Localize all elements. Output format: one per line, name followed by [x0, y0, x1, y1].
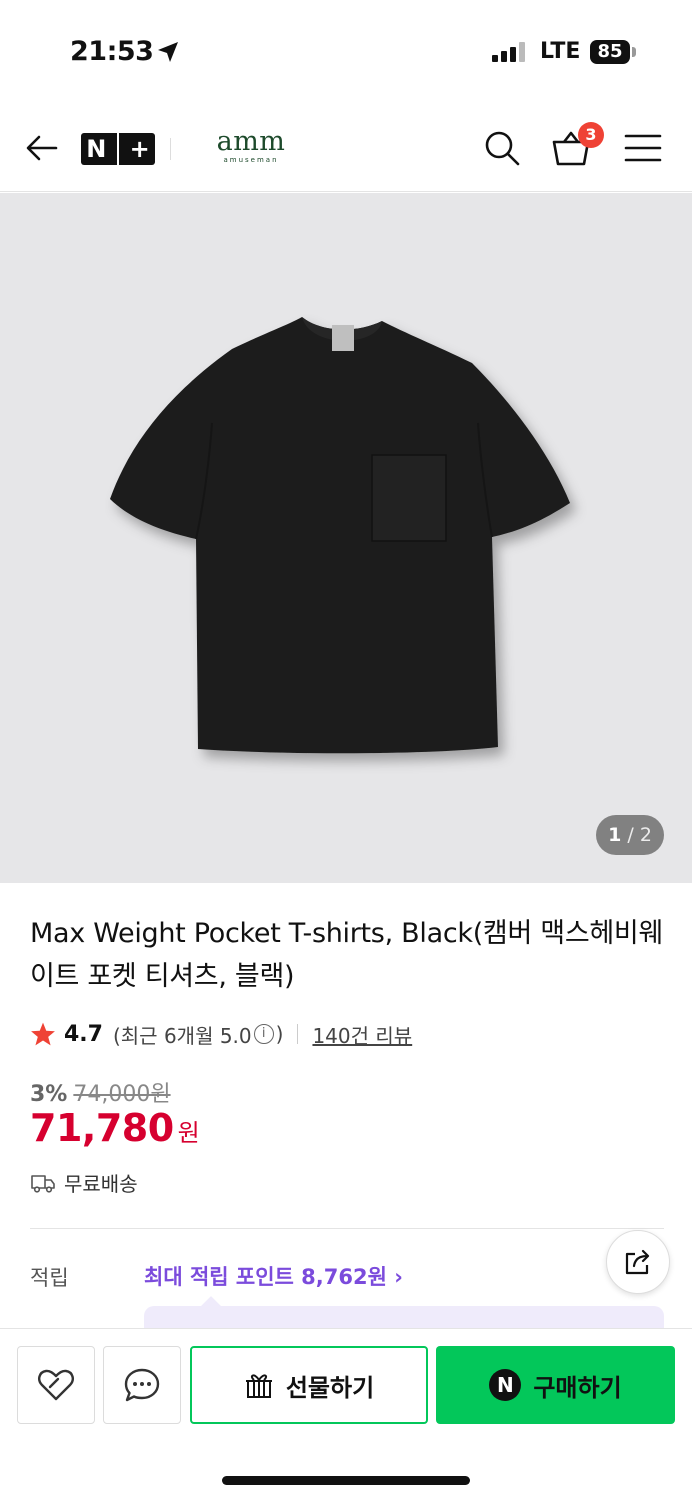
- signal-icon: [492, 42, 525, 62]
- nplus-logo-divider: [116, 133, 119, 165]
- image-pager: 1 / 2: [596, 815, 664, 855]
- top-navigation: N + amm amuseman 3: [0, 100, 692, 192]
- status-time: 21:53: [70, 36, 154, 67]
- buy-button-label: 구매하기: [533, 1373, 622, 1402]
- discount-percent: 3%: [30, 1082, 68, 1107]
- price-currency: 원: [177, 1119, 200, 1147]
- nplus-logo-n: N: [86, 135, 107, 163]
- hamburger-menu-icon[interactable]: [624, 132, 662, 164]
- cart-count-badge: 3: [578, 122, 604, 148]
- discount-row: 3% 74,000원: [30, 1076, 171, 1108]
- bottom-action-bar: 선물하기 N 구매하기: [0, 1328, 692, 1500]
- section-divider: [30, 1228, 664, 1229]
- naverpay-icon: N: [489, 1369, 522, 1401]
- network-type: LTE: [540, 39, 581, 64]
- home-indicator: [222, 1476, 470, 1485]
- pager-current: 1: [608, 824, 622, 846]
- battery-tip: [632, 47, 636, 57]
- heart-icon: [38, 1369, 74, 1401]
- wishlist-button[interactable]: [17, 1346, 95, 1424]
- max-points-link[interactable]: 최대 적립 포인트 8,762원 ›: [144, 1261, 403, 1291]
- brand-logo-subtitle: amuseman: [223, 156, 279, 164]
- nplus-store-logo[interactable]: N +: [81, 133, 155, 165]
- gift-button[interactable]: 선물하기: [190, 1346, 428, 1424]
- nplus-logo-plus: +: [129, 135, 150, 163]
- gift-icon: [245, 1374, 272, 1398]
- rating-row: 4.7 (최근 6개월 5.0 i ) 140건 리뷰: [30, 1018, 412, 1050]
- battery-icon: 85: [590, 40, 630, 64]
- info-icon[interactable]: i: [253, 1024, 274, 1044]
- talktalk-chat-button[interactable]: [103, 1346, 181, 1424]
- sale-price: 71,780: [30, 1106, 174, 1150]
- rating-divider: [297, 1024, 299, 1044]
- share-button[interactable]: [606, 1230, 670, 1294]
- truck-icon: [31, 1174, 55, 1193]
- share-icon: [625, 1249, 650, 1275]
- search-icon[interactable]: [482, 128, 522, 168]
- recent-rating-text: (최근 6개월 5.0: [112, 1023, 252, 1048]
- product-image-gallery[interactable]: 1 / 2: [0, 193, 692, 883]
- back-arrow-icon[interactable]: [24, 130, 60, 166]
- points-label: 적립: [30, 1266, 69, 1290]
- recent-rating-close: ): [275, 1022, 284, 1046]
- shipping-text: 무료배송: [64, 1172, 138, 1196]
- sale-price-row: 71,780 원: [30, 1106, 200, 1150]
- brand-logo-name: amm: [216, 126, 286, 157]
- location-arrow-icon: [158, 42, 178, 62]
- product-title: Max Weight Pocket T-shirts, Black(캠버 맥스헤…: [30, 918, 663, 992]
- original-price: 74,000원: [73, 1082, 171, 1107]
- brand-logo[interactable]: amm amuseman: [214, 128, 288, 165]
- gift-button-label: 선물하기: [285, 1373, 375, 1402]
- shipping-info: 무료배송: [30, 1168, 138, 1197]
- rating-score: 4.7: [64, 1021, 103, 1047]
- status-bar: 21:53 LTE 85: [0, 0, 692, 100]
- chat-bubble-icon: [124, 1368, 160, 1402]
- review-count-link[interactable]: 140건 리뷰: [312, 1020, 412, 1049]
- pager-total: 2: [639, 824, 652, 846]
- header-divider: [170, 138, 171, 160]
- tshirt-product-photo: [110, 317, 570, 754]
- pager-separator: /: [627, 824, 634, 846]
- buy-button[interactable]: N 구매하기: [436, 1346, 675, 1424]
- star-icon: [31, 1022, 55, 1046]
